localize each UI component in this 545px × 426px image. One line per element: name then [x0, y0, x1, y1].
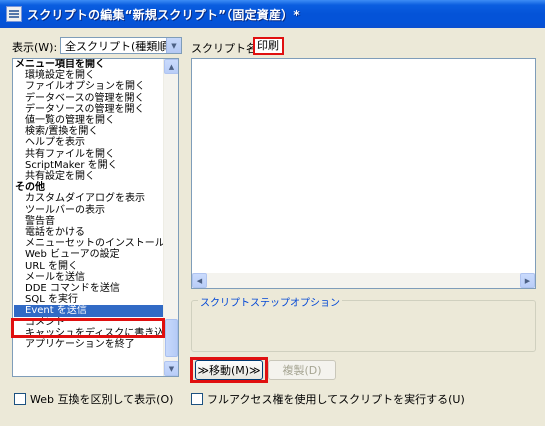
step-item[interactable]: Web ビューアの設定: [25, 249, 120, 260]
step-item[interactable]: データベースの管理を開く: [25, 93, 145, 104]
step-item[interactable]: メニューセットのインストール: [25, 238, 165, 249]
step-item[interactable]: アプリケーションを終了: [25, 339, 135, 350]
display-select[interactable]: 全スクリプト(種類順) ▼: [60, 37, 182, 54]
step-item[interactable]: キャッシュをディスクに書き込む: [25, 328, 174, 339]
scroll-down-icon[interactable]: ▼: [164, 361, 178, 376]
step-item[interactable]: ツールバーの表示: [25, 205, 105, 216]
step-item[interactable]: 値一覧の管理を開く: [25, 115, 115, 126]
step-options-label: スクリプトステップオプション: [198, 294, 342, 309]
scroll-up-icon[interactable]: ▲: [164, 59, 178, 74]
script-editor-icon: [6, 6, 22, 22]
step-category[interactable]: メニュー項目を開く: [15, 59, 105, 70]
scroll-right-icon[interactable]: ▶: [520, 273, 535, 288]
script-step-list[interactable]: メニュー項目を開く 環境設定を開く ファイルオプションを開く データベースの管理を開く…: [12, 58, 179, 377]
step-item[interactable]: ヘルプを表示: [25, 137, 85, 148]
list-scrollbar[interactable]: ▲ ▼: [163, 59, 178, 376]
web-compat-checkbox[interactable]: Web 互換を区別して表示(O): [14, 391, 173, 407]
step-item[interactable]: SQL を実行: [25, 294, 78, 305]
step-item[interactable]: ScriptMaker を開く: [25, 160, 118, 171]
step-item[interactable]: メールを送信: [25, 272, 85, 283]
duplicate-button[interactable]: 複製(D): [268, 360, 336, 380]
step-item[interactable]: コメント: [25, 317, 65, 328]
step-item-selected[interactable]: Event を送信: [14, 305, 166, 317]
step-category[interactable]: その他: [15, 182, 45, 193]
web-compat-label: Web 互換を区別して表示(O): [30, 393, 174, 406]
step-item[interactable]: 環境設定を開く: [25, 70, 95, 81]
script-name-input[interactable]: 印刷: [253, 37, 284, 55]
script-steps-area[interactable]: ◀ ▶: [191, 58, 536, 289]
step-item[interactable]: URL を開く: [25, 261, 78, 272]
chevron-down-icon[interactable]: ▼: [166, 38, 181, 53]
step-item[interactable]: DDE コマンドを送信: [25, 283, 120, 294]
move-button[interactable]: ≫移動(M)≫: [195, 360, 263, 380]
step-item[interactable]: データソースの管理を開く: [25, 104, 145, 115]
full-access-checkbox[interactable]: フルアクセス権を使用してスクリプトを実行する(U): [191, 391, 465, 407]
display-select-value: 全スクリプト(種類順): [65, 39, 166, 53]
list-scroll-thumb[interactable]: [165, 319, 178, 357]
window-title: スクリプトの編集“新規スクリプト”（固定資産）*: [27, 7, 300, 22]
script-hscrollbar[interactable]: ◀ ▶: [192, 273, 535, 288]
title-bar: スクリプトの編集“新規スクリプト”（固定資産）*: [0, 0, 545, 28]
step-item[interactable]: 共有ファイルを開く: [25, 149, 115, 160]
step-item[interactable]: カスタムダイアログを表示: [25, 193, 145, 204]
checkbox-box[interactable]: [14, 393, 26, 405]
checkbox-box[interactable]: [191, 393, 203, 405]
display-label: 表示(W):: [12, 41, 58, 54]
step-item[interactable]: 検索/置換を開く: [25, 126, 98, 137]
step-item[interactable]: 電話をかける: [25, 227, 85, 238]
full-access-label: フルアクセス権を使用してスクリプトを実行する(U): [207, 393, 465, 406]
step-options-group: スクリプトステップオプション: [191, 294, 536, 352]
step-item[interactable]: ファイルオプションを開く: [25, 81, 145, 92]
step-item[interactable]: 共有設定を開く: [25, 171, 95, 182]
scroll-left-icon[interactable]: ◀: [192, 273, 207, 288]
step-item[interactable]: 警告音: [25, 216, 55, 227]
